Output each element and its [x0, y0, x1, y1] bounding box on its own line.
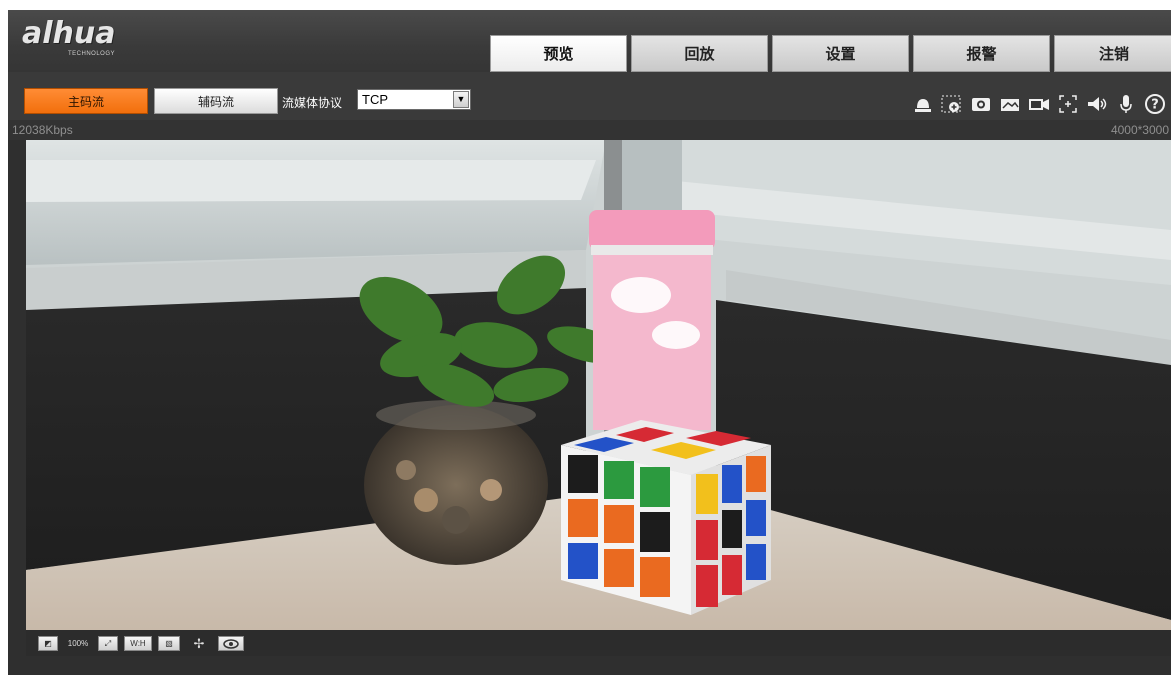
tab-logout[interactable]: 注销: [1054, 35, 1171, 72]
zoom-100-label: 100%: [67, 639, 89, 648]
alarm-bell-icon[interactable]: [911, 92, 935, 116]
video-frame-image: [26, 140, 1171, 630]
main-stream-button[interactable]: 主码流: [24, 88, 148, 114]
toolbar-icons: ?: [906, 91, 1167, 117]
footer-strip: [8, 656, 1171, 675]
logo-tagline: TECHNOLOGY: [68, 51, 116, 57]
chevron-down-icon[interactable]: ▼: [453, 91, 469, 108]
tab-playback[interactable]: 回放: [631, 35, 768, 72]
original-size-icon[interactable]: 100%: [64, 636, 92, 651]
header: alhua TECHNOLOGY 预览 回放 设置 报警 注销: [8, 10, 1171, 72]
svg-text:?: ?: [1151, 98, 1159, 113]
app-frame: alhua TECHNOLOGY 预览 回放 设置 报警 注销 主码流 辅码流 …: [8, 10, 1171, 675]
eye-icon[interactable]: [218, 636, 244, 651]
sub-stream-button[interactable]: 辅码流: [154, 88, 278, 114]
protocol-label: 流媒体协议: [282, 96, 343, 110]
main-nav: 预览 回放 设置 报警 注销: [490, 35, 1171, 72]
tab-preview[interactable]: 预览: [490, 35, 627, 72]
brand-logo: alhua TECHNOLOGY: [22, 18, 172, 58]
bitrate-readout: 12038Kbps: [12, 123, 73, 137]
aspect-ratio-label: W:H: [130, 639, 146, 648]
resolution-readout: 4000*3000: [1110, 123, 1169, 137]
help-icon[interactable]: ?: [1143, 92, 1167, 116]
aspect-ratio-icon[interactable]: W:H: [124, 636, 152, 651]
video-preview[interactable]: [26, 140, 1171, 630]
tab-alarm[interactable]: 报警: [913, 35, 1050, 72]
zoom-in-icon[interactable]: [940, 92, 964, 116]
ptz-icon[interactable]: ✢: [186, 636, 212, 651]
video-controls: ◩ 100% ⤢ W:H ▧ ✢: [26, 630, 1171, 656]
snapshot-icon[interactable]: [969, 92, 993, 116]
triple-snapshot-icon[interactable]: [998, 92, 1022, 116]
preview-toolbar: 主码流 辅码流 流媒体协议 TCP ▼ ?: [8, 72, 1171, 120]
microphone-icon[interactable]: [1114, 92, 1138, 116]
tab-settings[interactable]: 设置: [772, 35, 909, 72]
status-bar: 12038Kbps 4000*3000: [8, 120, 1171, 140]
digital-zoom-icon[interactable]: [1056, 92, 1080, 116]
audio-icon[interactable]: [1085, 92, 1109, 116]
fluency-icon[interactable]: ▧: [158, 636, 180, 651]
fullscreen-icon[interactable]: ⤢: [98, 636, 118, 651]
image-adjust-icon[interactable]: ◩: [38, 636, 58, 651]
protocol-value: TCP: [362, 92, 388, 107]
logo-text: alhua: [22, 16, 116, 51]
protocol-select[interactable]: TCP ▼: [357, 89, 471, 110]
record-icon[interactable]: [1027, 92, 1051, 116]
